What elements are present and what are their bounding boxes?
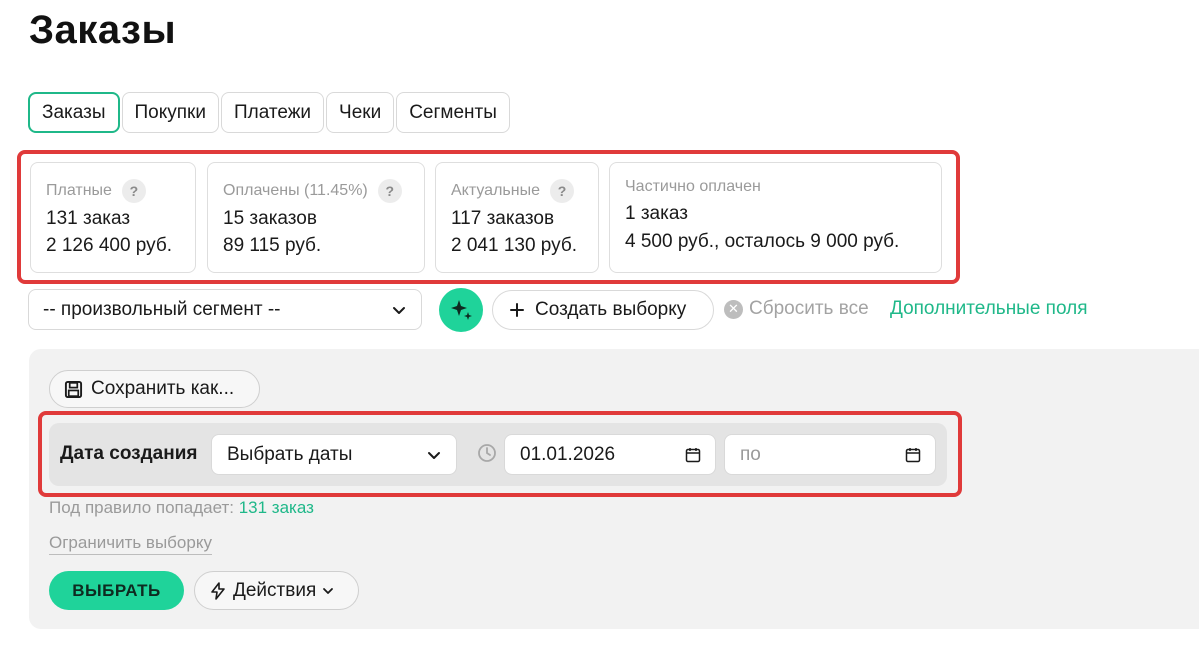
stat-count: 15 заказов: [223, 208, 317, 229]
save-as-button[interactable]: Сохранить как...: [49, 370, 260, 408]
tab-purchases[interactable]: Покупки: [121, 92, 219, 133]
date-to-input[interactable]: по: [724, 434, 936, 475]
tab-payments[interactable]: Платежи: [220, 92, 325, 133]
tab-segments[interactable]: Сегменты: [396, 92, 510, 133]
sparkle-icon: [451, 300, 472, 320]
stat-card-actual: Актуальные ? 117 заказов 2 041 130 руб.: [435, 162, 599, 273]
actions-button[interactable]: Действия: [194, 571, 359, 610]
segment-select[interactable]: -- произвольный сегмент --: [28, 289, 422, 330]
reset-all-label: Сбросить все: [749, 298, 869, 319]
limit-selection-link[interactable]: Ограничить выборку: [49, 533, 212, 555]
chevron-down-icon: [428, 452, 440, 459]
stat-amount: 2 126 400 руб.: [46, 235, 173, 256]
tab-orders[interactable]: Заказы: [28, 92, 120, 133]
calendar-icon[interactable]: [685, 447, 701, 463]
stat-amount: 2 041 130 руб.: [451, 235, 578, 256]
lightning-icon: [211, 581, 225, 600]
stat-card-paid: Платные ? 131 заказ 2 126 400 руб.: [30, 162, 196, 273]
help-icon[interactable]: ?: [549, 179, 574, 203]
create-selection-button[interactable]: Создать выборку: [492, 290, 714, 330]
select-button[interactable]: ВЫБРАТЬ: [49, 571, 184, 610]
actions-label: Действия: [233, 579, 317, 601]
match-summary: Под правило попадает: 131 заказ: [49, 498, 314, 518]
floppy-disk-icon: [64, 380, 83, 398]
match-count-link[interactable]: 131 заказ: [239, 498, 314, 517]
stat-count: 1 заказ: [625, 203, 688, 224]
stat-count: 131 заказ: [46, 208, 131, 229]
tab-receipts[interactable]: Чеки: [326, 92, 395, 133]
tabs: Заказы Покупки Платежи Чеки Сегменты: [28, 92, 510, 133]
stat-amount: 4 500 руб., осталось 9 000 руб.: [625, 231, 900, 252]
clock-icon[interactable]: [477, 443, 497, 463]
segment-select-value: -- произвольный сегмент --: [43, 298, 281, 320]
create-selection-label: Создать выборку: [535, 299, 687, 320]
stat-title: Платные: [46, 182, 112, 199]
plus-icon: [510, 303, 524, 317]
stat-title: Оплачены (11.45%): [223, 182, 368, 199]
match-prefix: Под правило попадает:: [49, 498, 234, 517]
stat-title: Актуальные: [451, 182, 540, 199]
chevron-down-icon: [323, 587, 334, 594]
chevron-down-icon: [393, 307, 405, 314]
rule-label: Дата создания: [60, 443, 198, 464]
stat-card-partial: Частично оплачен 1 заказ 4 500 руб., ост…: [609, 162, 942, 273]
save-as-label: Сохранить как...: [91, 378, 235, 399]
stat-card-paid-up: Оплачены (11.45%) ? 15 заказов 89 115 ру…: [207, 162, 425, 273]
date-to-placeholder: по: [740, 443, 761, 465]
date-from-input[interactable]: 01.01.2026: [504, 434, 716, 475]
calendar-icon[interactable]: [905, 447, 921, 463]
date-from-value: 01.01.2026: [520, 443, 616, 465]
date-mode-select[interactable]: Выбрать даты: [211, 434, 457, 475]
help-icon[interactable]: ?: [377, 179, 402, 203]
extra-fields-link[interactable]: Дополнительные поля: [890, 298, 1088, 320]
page-title: Заказы: [29, 8, 177, 52]
date-mode-value: Выбрать даты: [227, 443, 353, 465]
magic-sparkle-button[interactable]: [439, 288, 483, 332]
stat-count: 117 заказов: [451, 208, 555, 229]
close-icon: ✕: [724, 299, 743, 319]
help-icon[interactable]: ?: [121, 179, 146, 203]
stat-amount: 89 115 руб.: [223, 235, 322, 256]
stat-title: Частично оплачен: [625, 178, 761, 195]
reset-all-link[interactable]: ✕ Сбросить все: [724, 298, 869, 320]
